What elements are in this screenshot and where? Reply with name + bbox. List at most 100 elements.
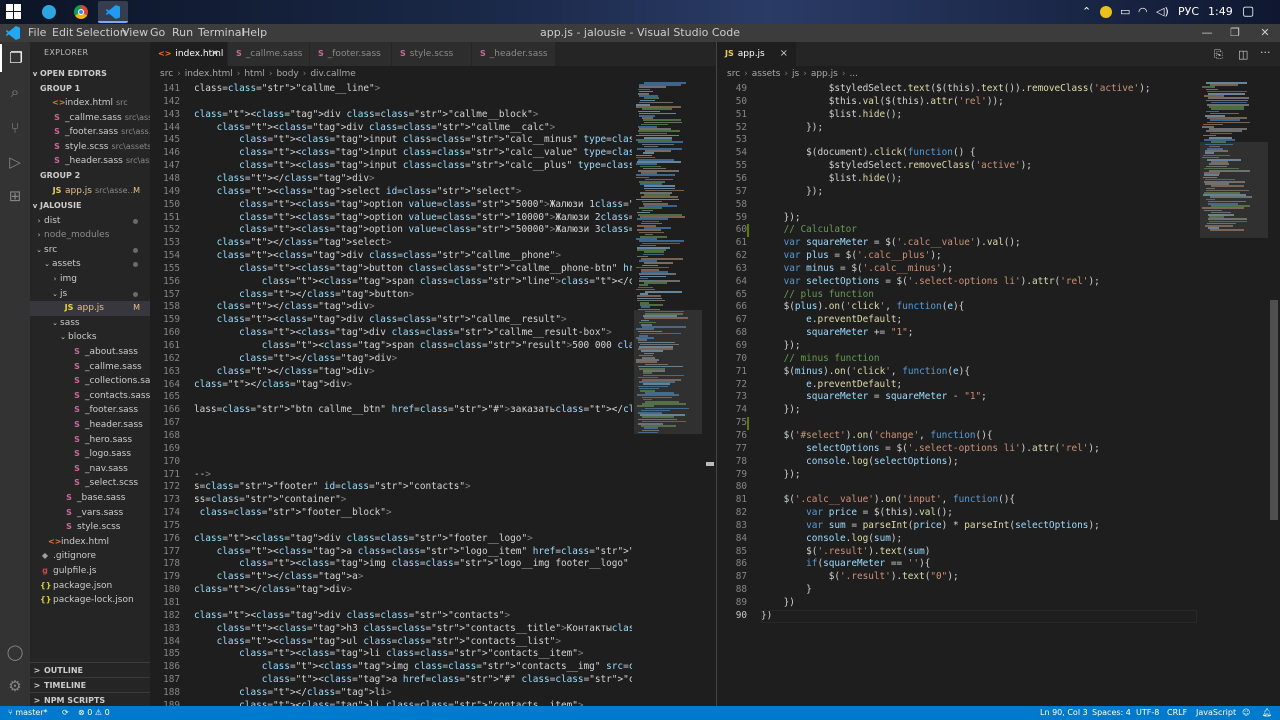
code-line[interactable]: 150 class="t"><class="tag">option value=… [150,199,632,212]
editor-tab[interactable]: <> index.html × [150,42,228,66]
code-line[interactable]: 151 class="t"><class="tag">option value=… [150,212,632,225]
code-line[interactable]: 141 class=class="str">"callme__line"> [150,83,632,96]
open-changes-icon[interactable]: ⎘ [1214,48,1223,62]
code-line[interactable]: 76 $('#select').on('change', function(){ [717,430,1197,443]
code-line[interactable]: 80 [717,481,1197,494]
code-line[interactable]: 81 $('.calc__value').on('input', functio… [717,494,1197,507]
code-line[interactable]: 173 ss=class="str">"container"> [150,494,632,507]
tray-app-icon[interactable] [1100,4,1112,20]
code-line[interactable]: 181 [150,597,632,610]
split-editor-icon[interactable]: ◫ [1238,48,1248,61]
code-line[interactable]: 66 $(plus).on('click', function(e){ [717,301,1197,314]
code-line[interactable]: 67 e.preventDefault; [717,314,1197,327]
menu-view[interactable]: View [122,24,148,42]
folder-item[interactable]: › node_modules [30,228,150,243]
code-line[interactable]: 54 $(document).click(function() { [717,147,1197,160]
code-line[interactable]: 175 [150,520,632,533]
folder-item[interactable]: ⌄ js [30,287,150,302]
code-line[interactable]: 149 class="t"><class="tag">select id=cla… [150,186,632,199]
end-of-line[interactable]: CRLF [1167,706,1187,720]
open-editor-item[interactable]: <>index.html src [30,96,150,111]
menu-edit[interactable]: Edit [52,24,73,42]
notification-icon[interactable]: ▢ [1242,4,1254,20]
code-line[interactable]: 171 --> [150,469,632,482]
minimap-viewport[interactable] [1200,142,1268,238]
source-control-icon[interactable]: ⑂ [0,114,30,142]
feedback-icon[interactable]: ☺ [1242,706,1250,720]
file-item[interactable]: <>index.html [30,535,150,550]
file-item[interactable]: Sstyle.scss [30,520,150,535]
code-line[interactable]: 160 class="t"><class="tag">div class=cla… [150,327,632,340]
code-line[interactable]: 86 if(squareMeter == ''){ [717,558,1197,571]
code-line[interactable]: 58 [717,199,1197,212]
close-tab-icon[interactable]: × [780,42,788,66]
restore-button[interactable]: ❐ [1220,24,1250,42]
right-minimap[interactable] [1200,82,1268,706]
wifi-icon[interactable]: ◠ [1138,4,1148,20]
code-line[interactable]: 77 selectOptions = $('.select-options li… [717,443,1197,456]
code-line[interactable]: 148 class="t"></class="tag">div> [150,173,632,186]
code-line[interactable]: 168 [150,430,632,443]
code-line[interactable]: 71 $(minus).on('click', function(e){ [717,366,1197,379]
folder-item[interactable]: ⌄ sass [30,316,150,331]
file-item[interactable]: {} package-lock.json [30,593,150,608]
folder-item[interactable]: ⌄ blocks [30,330,150,345]
code-line[interactable]: 159 class="t"><class="tag">div class=cla… [150,314,632,327]
file-item[interactable]: S _base.sass [30,491,150,506]
code-line[interactable]: 87 $('.result').text("0"); [717,571,1197,584]
code-line[interactable]: 170 [150,456,632,469]
code-line[interactable]: 89 }) [717,597,1197,610]
right-code-editor[interactable]: 49 $styledSelect.text($(this).text()).re… [717,82,1197,706]
breadcrumb-item[interactable]: index.html [185,69,233,79]
code-line[interactable]: 157 class="t"></class="tag">button> [150,289,632,302]
code-line[interactable]: 84 console.log(sum); [717,533,1197,546]
project-header[interactable]: v JALOUSIE [30,199,150,214]
file-item[interactable]: {} package.json [30,579,150,594]
vscode-taskbar-icon[interactable] [98,1,128,23]
editor-tab[interactable]: JS app.js × [717,42,797,66]
code-line[interactable]: 79 }); [717,469,1197,482]
chrome-taskbar-icon[interactable] [66,1,96,23]
code-line[interactable]: 73 squareMeter = squareMeter - "1"; [717,391,1197,404]
file-item[interactable]: S _contacts.sass [30,389,150,404]
code-line[interactable]: 180 class="t"></class="tag">div> [150,584,632,597]
file-item[interactable]: S _callme.sass [30,360,150,375]
telegram-taskbar-icon[interactable] [34,1,64,23]
folder-item[interactable]: › dist [30,214,150,229]
code-line[interactable]: 142 [150,96,632,109]
code-line[interactable]: 53 [717,134,1197,147]
code-line[interactable]: 186 class="t"><class="tag">img class=cla… [150,661,632,674]
battery-icon[interactable]: ▭ [1120,4,1130,20]
code-line[interactable]: 152 class="t"><class="tag">option value=… [150,224,632,237]
file-item[interactable]: JS app.js M [30,301,150,316]
breadcrumb-item[interactable]: src [160,69,173,79]
close-tab-icon[interactable]: × [211,42,219,66]
menu-help[interactable]: Help [242,24,267,42]
menu-run[interactable]: Run [172,24,193,42]
code-line[interactable]: 55 $styledSelect.removeClass('active'); [717,160,1197,173]
indentation[interactable]: Spaces: 4 [1092,706,1131,720]
menu-terminal[interactable]: Terminal [198,24,245,42]
code-line[interactable]: 188 class="t"></class="tag">li> [150,687,632,700]
code-line[interactable]: 60 // Calculator [717,224,1197,237]
code-line[interactable]: 179 class="t"></class="tag">a> [150,571,632,584]
code-line[interactable]: 75 [717,417,1197,430]
extensions-icon[interactable]: ⊞ [0,182,30,210]
input-language[interactable]: РУС [1178,4,1199,20]
code-line[interactable]: 74 }); [717,404,1197,417]
file-item[interactable]: ◆ .gitignore [30,549,150,564]
breadcrumb-item[interactable]: ... [849,69,858,79]
minimap-viewport[interactable] [634,310,702,434]
editor-tab[interactable]: S _header.sass [472,42,556,66]
code-line[interactable]: 59 }); [717,212,1197,225]
code-line[interactable]: 146 class="t"><class="tag">input class=c… [150,147,632,160]
code-line[interactable]: 147 class="t"><class="tag">input class=c… [150,160,632,173]
code-line[interactable]: 88 } [717,584,1197,597]
breadcrumb-item[interactable]: assets [752,69,781,79]
right-scrollbar[interactable] [1270,82,1278,706]
code-line[interactable]: 63 var minus = $('.calc__minus'); [717,263,1197,276]
code-line[interactable]: 143 class="t"><class="tag">div class=clas… [150,109,632,122]
code-line[interactable]: 56 $list.hide(); [717,173,1197,186]
code-line[interactable]: 49 $styledSelect.text($(this).text()).re… [717,83,1197,96]
more-actions-icon[interactable]: ··· [1260,46,1271,59]
